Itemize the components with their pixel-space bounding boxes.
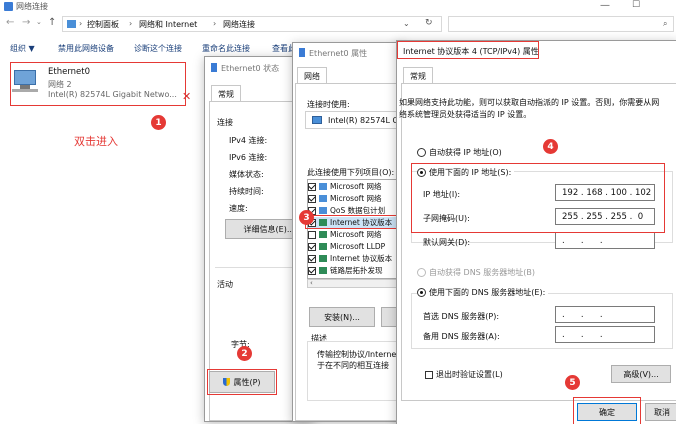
adapter-card-icon	[312, 116, 322, 124]
item-checkbox[interactable]	[308, 182, 316, 191]
list-item[interactable]: Microsoft 网络	[308, 229, 382, 240]
step-badge-2: 2	[237, 346, 252, 361]
control-panel-icon	[67, 20, 76, 28]
step-badge-3: 3	[299, 210, 314, 225]
breadcrumb-item[interactable]: 控制面板	[87, 19, 119, 30]
search-icon: ⌕	[663, 19, 668, 28]
organize-menu[interactable]: 组织 ▼	[10, 43, 35, 54]
highlight-box-ipv4-item	[305, 215, 403, 229]
protocol-icon	[319, 255, 327, 262]
explorer-titlebar: 网络连接 — ☐	[0, 0, 676, 14]
ipv6-connectivity-label: IPv6 连接:	[229, 153, 268, 162]
activity-label: 活动	[217, 280, 233, 289]
highlight-box-ok	[573, 397, 641, 424]
list-item[interactable]: Microsoft 网络	[308, 193, 382, 204]
description-line-1: 传输控制协议/Interne	[317, 350, 397, 359]
breadcrumb-item[interactable]: 网络和 Internet	[139, 19, 197, 30]
intro-text-line-2: 络系统管理员处获得适当的 IP 设置。	[399, 110, 532, 119]
properties-dialog-title: Ethernet0 属性	[309, 49, 368, 58]
item-checkbox[interactable]	[308, 266, 316, 275]
ipv4-connectivity-label: IPv4 连接:	[229, 136, 268, 145]
preferred-dns-label: 首选 DNS 服务器(P):	[423, 312, 500, 321]
search-box[interactable]: ⌕	[448, 16, 674, 32]
address-bar[interactable]: › 控制面板 › 网络和 Internet › 网络连接 ⌄ ↻	[62, 16, 442, 32]
disable-device-button[interactable]: 禁用此网络设备	[58, 43, 114, 54]
list-item[interactable]: Internet 协议版本	[308, 253, 392, 264]
validate-checkbox[interactable]: 退出时验证设置(L)	[425, 369, 503, 380]
media-state-label: 媒体状态:	[229, 170, 264, 179]
install-button[interactable]: 安装(N)...	[309, 307, 375, 327]
cancel-button[interactable]: 取消	[645, 403, 676, 421]
advanced-button[interactable]: 高级(V)...	[611, 365, 671, 383]
default-gateway-input[interactable]: . . .	[555, 232, 655, 249]
list-item[interactable]: Microsoft 网络	[308, 181, 382, 192]
list-item[interactable]: Microsoft LLDP	[308, 241, 385, 252]
intro-text-line-1: 如果网络支持此功能，则可以获取自动指派的 IP 设置。否则，你需要从网	[399, 98, 660, 107]
highlight-box-adapter	[10, 62, 186, 106]
description-line-2: 于在不同的相互连接	[317, 361, 389, 370]
item-checkbox[interactable]	[308, 242, 316, 251]
checkbox[interactable]	[425, 370, 433, 379]
up-arrow-icon[interactable]: ↑	[48, 17, 56, 28]
radio-button[interactable]	[417, 288, 426, 297]
network-service-icon	[319, 195, 327, 202]
alternate-dns-label: 备用 DNS 服务器(A):	[423, 332, 500, 341]
properties-window-icon	[299, 48, 305, 57]
properties-dialog: Ethernet0 属性 网络 连接时使用: Intel(R) 82574L G…	[292, 42, 404, 422]
network-service-icon	[319, 207, 327, 214]
navigation-bar: ← → ⌄ ↑ › 控制面板 › 网络和 Internet › 网络连接 ⌄ ↻…	[0, 14, 676, 34]
protocol-icon	[319, 231, 327, 238]
breadcrumb-item[interactable]: 网络连接	[223, 19, 255, 30]
step-badge-5: 5	[565, 375, 580, 390]
preferred-dns-input[interactable]: . . .	[555, 306, 655, 323]
window-title: 网络连接	[16, 2, 48, 11]
auto-ip-radio[interactable]: 自动获得 IP 地址(O)	[417, 147, 502, 158]
step-badge-1: 1	[151, 115, 166, 130]
highlight-box-ip-settings	[411, 163, 665, 233]
adapter-display: Intel(R) 82574L G	[305, 111, 401, 129]
item-checkbox[interactable]	[308, 230, 316, 239]
rename-button[interactable]: 重命名此连接	[202, 43, 250, 54]
adapter-name-display: Intel(R) 82574L G	[328, 116, 399, 125]
speed-label: 速度:	[229, 204, 248, 213]
list-item[interactable]: 链路层拓扑发现	[308, 265, 383, 276]
connection-header: 连接	[217, 118, 233, 127]
network-folder-icon	[4, 2, 13, 11]
status-dialog-title: Ethernet0 状态	[221, 64, 280, 73]
manual-dns-radio[interactable]: 使用下面的 DNS 服务器地址(E):	[417, 287, 549, 298]
items-list-label: 此连接使用下列项目(O):	[307, 168, 395, 177]
back-arrow-icon[interactable]: ←	[6, 17, 14, 28]
default-gateway-label: 默认网关(D):	[423, 238, 471, 247]
status-window-icon	[211, 63, 217, 72]
radio-button[interactable]	[417, 268, 426, 277]
connect-using-label: 连接时使用:	[307, 100, 350, 109]
duration-label: 持续时间:	[229, 187, 264, 196]
protocol-icon	[319, 267, 327, 274]
highlight-box-title	[397, 41, 539, 59]
annotation-double-click: 双击进入	[74, 135, 118, 148]
minimize-button[interactable]: —	[600, 0, 610, 11]
forward-arrow-icon[interactable]: →	[22, 17, 30, 28]
protocol-icon	[319, 243, 327, 250]
list-horizontal-scrollbar[interactable]: ‹	[307, 279, 403, 288]
scroll-left-icon[interactable]: ‹	[310, 279, 313, 287]
radio-button[interactable]	[417, 148, 426, 157]
item-checkbox[interactable]	[308, 254, 316, 263]
auto-dns-radio[interactable]: 自动获得 DNS 服务器地址(B)	[417, 267, 535, 278]
refresh-icon[interactable]: ↻	[425, 18, 433, 28]
address-dropdown-icon[interactable]: ⌄	[403, 19, 410, 28]
alternate-dns-input[interactable]: . . .	[555, 326, 655, 343]
network-client-icon	[319, 183, 327, 190]
history-chevron-icon[interactable]: ⌄	[36, 18, 42, 26]
highlight-box-properties	[207, 369, 277, 395]
step-badge-4: 4	[543, 139, 558, 154]
item-checkbox[interactable]	[308, 194, 316, 203]
maximize-button[interactable]: ☐	[632, 0, 640, 10]
diagnose-button[interactable]: 诊断这个连接	[134, 43, 182, 54]
ipv4-properties-dialog: Internet 协议版本 4 (TCP/IPv4) 属性 常规 如果网络支持此…	[396, 40, 676, 424]
component-list[interactable]: Microsoft 网络 Microsoft 网络 QoS 数据包计划 Inte…	[307, 179, 403, 279]
